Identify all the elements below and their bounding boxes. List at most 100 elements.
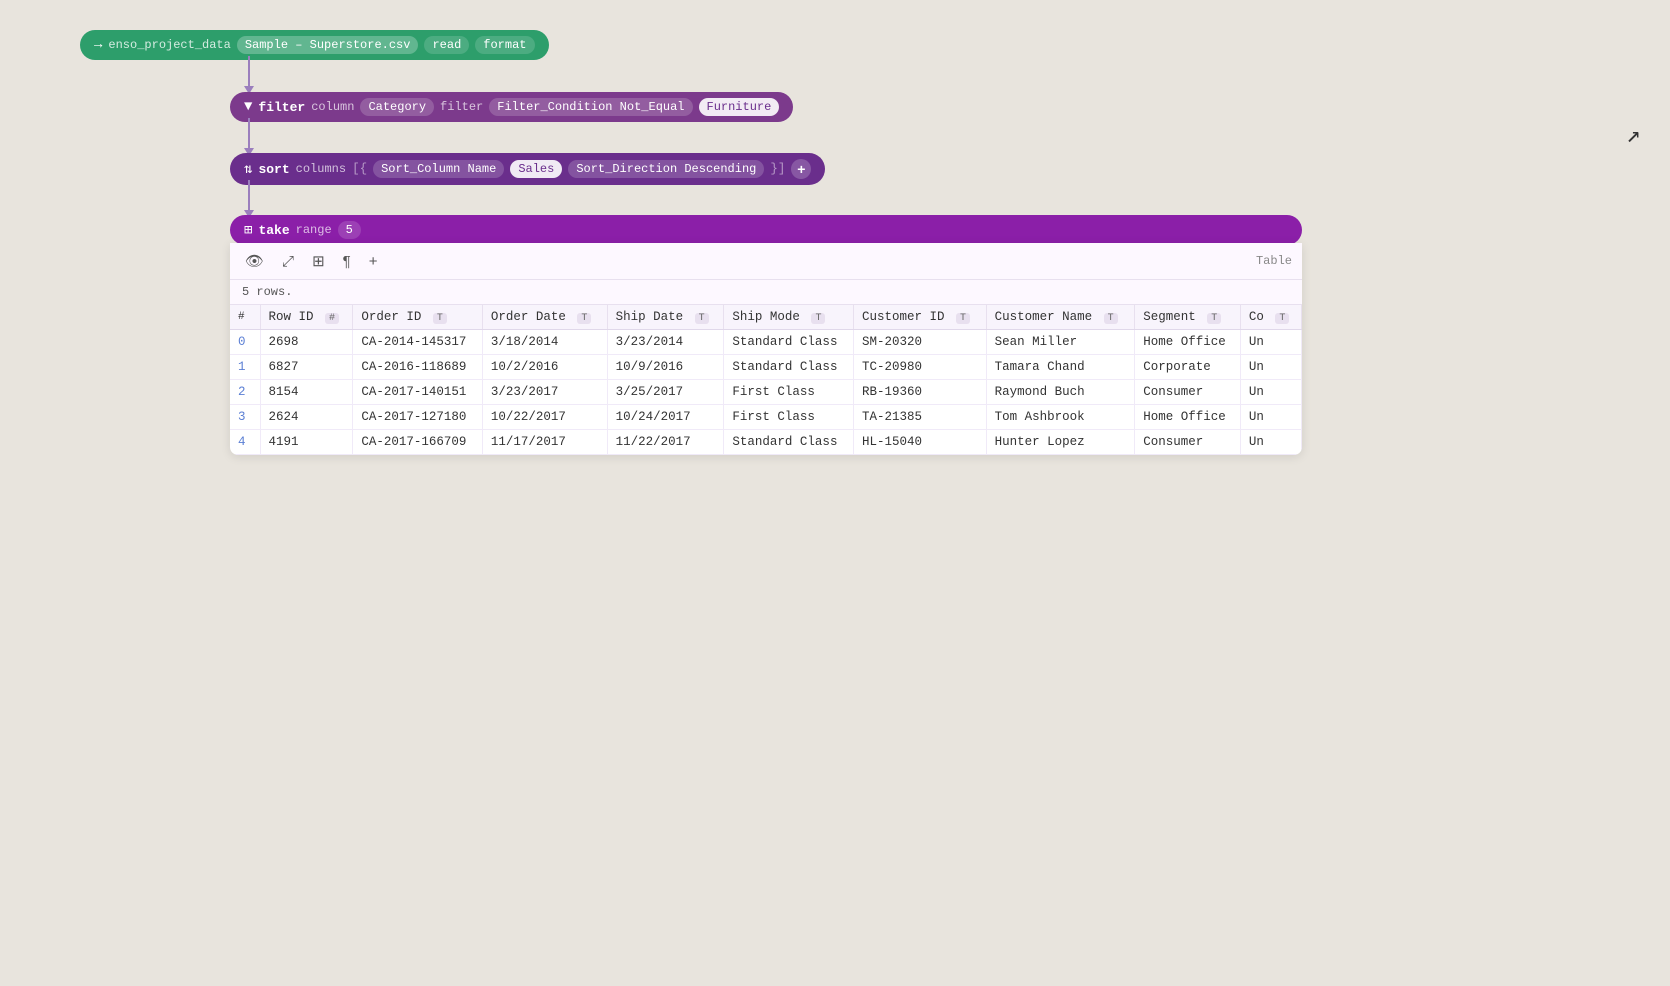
connector-3 — [244, 180, 254, 218]
take-range-value[interactable]: 5 — [338, 221, 361, 239]
sort-column-tag[interactable]: Sort_Column Name — [373, 160, 504, 178]
sort-node[interactable]: ⇅ sort columns [{ Sort_Column Name Sales… — [230, 153, 825, 185]
cell-order-id: CA-2014-145317 — [353, 330, 483, 355]
cell-index[interactable]: 1 — [230, 355, 260, 380]
cell-segment: Home Office — [1135, 330, 1241, 355]
cell-ship-mode: Standard Class — [724, 430, 854, 455]
cell-index[interactable]: 0 — [230, 330, 260, 355]
table-row: 0 2698 CA-2014-145317 3/18/2014 3/23/201… — [230, 330, 1302, 355]
cell-segment: Home Office — [1135, 405, 1241, 430]
cell-customer-name: Raymond Buch — [986, 380, 1135, 405]
read-node-file-tag[interactable]: Sample – Superstore.csv — [237, 36, 419, 54]
cell-col: Un — [1240, 330, 1301, 355]
sort-direction-tag[interactable]: Sort_Direction Descending — [568, 160, 764, 178]
cell-index[interactable]: 2 — [230, 380, 260, 405]
add-button[interactable]: + — [364, 250, 383, 273]
cell-ship-mode: Standard Class — [724, 355, 854, 380]
table-header-row: # Row ID # Order ID T Order Date T Ship … — [230, 305, 1302, 330]
col-order-date[interactable]: Order Date T — [482, 305, 607, 330]
cell-ship-mode: First Class — [724, 380, 854, 405]
expand-icon: ⤢ — [282, 253, 294, 270]
cell-customer-name: Sean Miller — [986, 330, 1135, 355]
cell-order-id: CA-2017-140151 — [353, 380, 483, 405]
cell-order-id: CA-2017-127180 — [353, 405, 483, 430]
cell-order-id: CA-2016-118689 — [353, 355, 483, 380]
filter-column-value[interactable]: Category — [360, 98, 434, 116]
read-node-project-label: enso_project_data — [108, 38, 230, 52]
sort-brace-open: [{ — [352, 162, 367, 176]
cell-index[interactable]: 3 — [230, 405, 260, 430]
filter-column-param: column — [311, 100, 354, 114]
cell-customer-id: TA-21385 — [853, 405, 986, 430]
cell-customer-id: RB-19360 — [853, 380, 986, 405]
data-table: # Row ID # Order ID T Order Date T Ship … — [230, 305, 1302, 455]
col-hash: # — [230, 305, 260, 330]
cell-ship-mode: Standard Class — [724, 330, 854, 355]
table-row: 3 2624 CA-2017-127180 10/22/2017 10/24/2… — [230, 405, 1302, 430]
eye-button[interactable]: 👁 — [240, 249, 269, 273]
read-node[interactable]: → enso_project_data Sample – Superstore.… — [80, 30, 549, 60]
cell-col: Un — [1240, 430, 1301, 455]
col-segment[interactable]: Segment T — [1135, 305, 1241, 330]
cell-ship-date: 3/25/2017 — [607, 380, 724, 405]
filter-condition[interactable]: Filter_Condition Not_Equal — [489, 98, 692, 116]
cell-row-id: 4191 — [260, 430, 353, 455]
filter-filter-param: filter — [440, 100, 483, 114]
table-body: 0 2698 CA-2014-145317 3/18/2014 3/23/201… — [230, 330, 1302, 455]
cell-segment: Consumer — [1135, 430, 1241, 455]
table-row: 4 4191 CA-2017-166709 11/17/2017 11/22/2… — [230, 430, 1302, 455]
cell-ship-date: 10/9/2016 — [607, 355, 724, 380]
grid-button[interactable]: ⊞ — [307, 249, 330, 273]
cell-col: Un — [1240, 380, 1301, 405]
col-ship-date[interactable]: Ship Date T — [607, 305, 724, 330]
sort-brace-close: }] — [770, 162, 785, 176]
sort-value-tag[interactable]: Sales — [510, 160, 562, 178]
col-customer-name[interactable]: Customer Name T — [986, 305, 1135, 330]
cell-ship-date: 10/24/2017 — [607, 405, 724, 430]
cell-segment: Consumer — [1135, 380, 1241, 405]
read-action-format[interactable]: format — [475, 36, 534, 54]
connector-2 — [244, 118, 254, 156]
cursor-icon: ↖ — [1626, 120, 1640, 150]
cell-index[interactable]: 4 — [230, 430, 260, 455]
connector-1 — [244, 56, 254, 94]
canvas: → enso_project_data Sample – Superstore.… — [0, 0, 1670, 986]
filter-value[interactable]: Furniture — [699, 98, 780, 116]
cell-col: Un — [1240, 355, 1301, 380]
table-panel: 👁 ⤢ ⊞ ¶ + Table 5 rows. # Row ID # — [230, 243, 1302, 455]
col-order-id[interactable]: Order ID T — [353, 305, 483, 330]
row-count: 5 rows. — [230, 280, 1302, 305]
cell-ship-date: 11/22/2017 — [607, 430, 724, 455]
col-customer-id[interactable]: Customer ID T — [853, 305, 986, 330]
cell-ship-date: 3/23/2014 — [607, 330, 724, 355]
read-action-read[interactable]: read — [424, 36, 469, 54]
cell-customer-id: TC-20980 — [853, 355, 986, 380]
take-node[interactable]: ⊞ take range 5 — [230, 215, 1302, 245]
text-button[interactable]: ¶ — [338, 250, 356, 273]
cell-order-date: 3/18/2014 — [482, 330, 607, 355]
cell-ship-mode: First Class — [724, 405, 854, 430]
table-row: 2 8154 CA-2017-140151 3/23/2017 3/25/201… — [230, 380, 1302, 405]
col-row-id[interactable]: Row ID # — [260, 305, 353, 330]
cell-row-id: 8154 — [260, 380, 353, 405]
cell-order-date: 10/22/2017 — [482, 405, 607, 430]
read-node-arrow-icon: → — [94, 37, 102, 53]
cell-order-date: 3/23/2017 — [482, 380, 607, 405]
cell-order-date: 11/17/2017 — [482, 430, 607, 455]
sort-columns-param: columns — [296, 162, 346, 176]
cell-row-id: 2624 — [260, 405, 353, 430]
cell-customer-id: HL-15040 — [853, 430, 986, 455]
col-ship-mode[interactable]: Ship Mode T — [724, 305, 854, 330]
text-icon: ¶ — [343, 253, 351, 270]
cell-order-id: CA-2017-166709 — [353, 430, 483, 455]
cell-customer-name: Hunter Lopez — [986, 430, 1135, 455]
col-co[interactable]: Co T — [1240, 305, 1301, 330]
sort-add-button[interactable]: + — [791, 159, 811, 179]
cell-order-date: 10/2/2016 — [482, 355, 607, 380]
take-grid-icon: ⊞ — [244, 222, 252, 239]
filter-node[interactable]: ▼ filter column Category filter Filter_C… — [230, 92, 793, 122]
cell-customer-name: Tom Ashbrook — [986, 405, 1135, 430]
cell-customer-name: Tamara Chand — [986, 355, 1135, 380]
expand-button[interactable]: ⤢ — [277, 250, 299, 273]
cell-segment: Corporate — [1135, 355, 1241, 380]
